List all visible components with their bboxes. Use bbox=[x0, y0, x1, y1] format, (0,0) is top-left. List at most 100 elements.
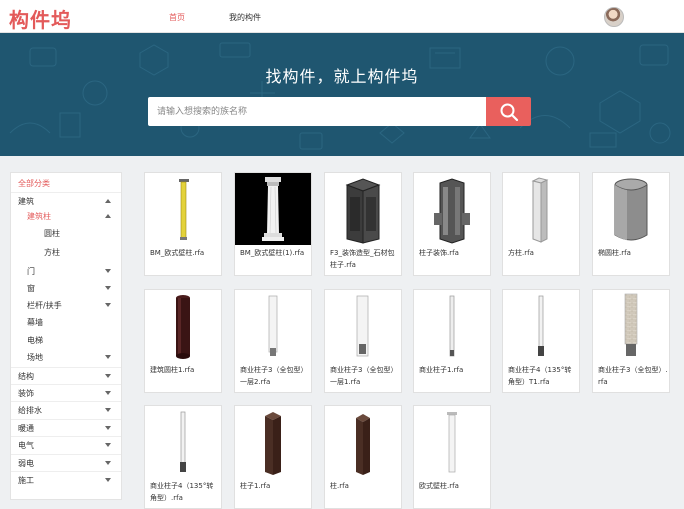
component-name: 商业柱子3（全包型）.rfa bbox=[598, 366, 668, 386]
sidebar-item-curtain-wall[interactable]: 幕墙 bbox=[11, 314, 121, 331]
sidebar-item-label: 结构 bbox=[18, 372, 34, 381]
decorative-column-icon bbox=[434, 178, 470, 244]
sidebar-item-label: 装饰 bbox=[18, 389, 34, 398]
component-card[interactable]: F3_装饰造型_石材包柱子.rfa bbox=[324, 172, 402, 276]
sidebar-item-electrical[interactable]: 电气 bbox=[11, 436, 121, 453]
component-name: 柱.rfa bbox=[330, 482, 349, 490]
square-column-icon bbox=[531, 177, 549, 243]
sidebar-item-decoration[interactable]: 装饰 bbox=[11, 384, 121, 401]
sidebar-item-label: 窗 bbox=[27, 284, 35, 293]
sidebar-item-architecture[interactable]: 建筑 bbox=[11, 192, 121, 209]
component-name: 商业柱子4（135°转角型）T1.rfa bbox=[508, 366, 572, 386]
sidebar-item-label: 门 bbox=[27, 267, 35, 276]
component-card[interactable]: 商业柱子4（135°转角型）T1.rfa bbox=[502, 289, 580, 393]
component-thumbnail bbox=[593, 290, 669, 362]
component-thumbnail bbox=[235, 290, 311, 362]
component-name: BM_欧式壁柱(1).rfa bbox=[240, 249, 305, 257]
sidebar-item-all[interactable]: 全部分类 bbox=[11, 175, 121, 192]
sidebar-item-hvac[interactable]: 暖通 bbox=[11, 419, 121, 436]
chevron-up-icon bbox=[105, 199, 111, 203]
sidebar-item-window[interactable]: 窗 bbox=[11, 280, 121, 297]
component-thumbnail bbox=[235, 173, 311, 245]
component-thumbnail bbox=[414, 406, 490, 478]
component-card[interactable]: 欧式壁柱.rfa bbox=[413, 405, 491, 509]
component-thumbnail bbox=[503, 173, 579, 245]
sidebar-item-site[interactable]: 场地 bbox=[11, 349, 121, 366]
chevron-down-icon bbox=[105, 286, 111, 290]
component-name: 商业柱子1.rfa bbox=[419, 366, 464, 374]
chevron-down-icon bbox=[105, 478, 111, 482]
component-name: F3_装饰造型_石材包柱子.rfa bbox=[330, 249, 395, 269]
nav-home[interactable]: 首页 bbox=[169, 12, 185, 23]
sidebar-item-label: 栏杆/扶手 bbox=[27, 301, 62, 310]
hero-banner: 找构件，就上构件坞 bbox=[0, 33, 684, 156]
search-icon bbox=[500, 103, 518, 121]
component-thumbnail bbox=[325, 406, 401, 478]
sidebar-item-label: 给排水 bbox=[18, 406, 42, 415]
chevron-down-icon bbox=[105, 269, 111, 273]
sidebar-item-label: 全部分类 bbox=[18, 179, 50, 188]
component-card[interactable]: 商业柱子3（全包型）.rfa bbox=[592, 289, 670, 393]
component-thumbnail bbox=[414, 173, 490, 245]
sidebar-item-round-column[interactable]: 圆柱 bbox=[11, 225, 121, 242]
sidebar-item-label: 圆柱 bbox=[44, 229, 60, 238]
component-card[interactable]: 建筑圆柱1.rfa bbox=[144, 289, 222, 393]
chevron-down-icon bbox=[105, 355, 111, 359]
component-name: 椭圆柱.rfa bbox=[598, 249, 631, 257]
component-card[interactable]: 柱子装饰.rfa bbox=[413, 172, 491, 276]
sidebar-item-square-column[interactable]: 方柱 bbox=[11, 244, 121, 261]
component-card[interactable]: 商业柱子3（全包型）一层1.rfa bbox=[324, 289, 402, 393]
sidebar-item-construction[interactable]: 施工 bbox=[11, 471, 121, 488]
component-name: 商业柱子3（全包型）一层1.rfa bbox=[330, 366, 398, 386]
component-card[interactable]: 柱子1.rfa bbox=[234, 405, 312, 509]
white-roman-column-icon bbox=[262, 177, 284, 241]
search-input[interactable] bbox=[148, 97, 486, 126]
nav-my-components[interactable]: 我的构件 bbox=[229, 12, 261, 23]
hero-title: 找构件，就上构件坞 bbox=[265, 67, 419, 86]
component-thumbnail bbox=[593, 173, 669, 245]
thin-column-icon bbox=[449, 295, 455, 357]
logo[interactable]: 构件坞 bbox=[9, 4, 72, 33]
component-name: 柱子1.rfa bbox=[240, 482, 271, 490]
stone-clad-column-icon bbox=[345, 178, 381, 244]
top-navbar: 构件坞 首页 我的构件 bbox=[0, 0, 684, 33]
component-name: 欧式壁柱.rfa bbox=[419, 482, 459, 490]
chevron-down-icon bbox=[105, 408, 111, 412]
sidebar-item-label: 电梯 bbox=[27, 336, 43, 345]
sidebar-item-structure[interactable]: 结构 bbox=[11, 367, 121, 384]
component-name: 商业柱子4（135°转角型）.rfa bbox=[150, 482, 214, 502]
chevron-down-icon bbox=[105, 461, 111, 465]
component-card[interactable]: 商业柱子4（135°转角型）.rfa bbox=[144, 405, 222, 509]
component-card[interactable]: 商业柱子1.rfa bbox=[413, 289, 491, 393]
component-card[interactable]: 商业柱子3（全包型）一层2.rfa bbox=[234, 289, 312, 393]
component-thumbnail bbox=[145, 406, 221, 478]
commercial-column-icon bbox=[356, 295, 369, 357]
avatar[interactable] bbox=[604, 7, 624, 27]
component-card[interactable]: 椭圆柱.rfa bbox=[592, 172, 670, 276]
component-name: 建筑圆柱1.rfa bbox=[150, 366, 195, 374]
commercial-column-icon bbox=[268, 295, 278, 356]
background-pattern bbox=[9, 42, 671, 150]
sidebar-item-elevator[interactable]: 电梯 bbox=[11, 332, 121, 349]
component-name: BM_欧式壁柱.rfa bbox=[150, 249, 205, 257]
component-card[interactable]: BM_欧式壁柱.rfa bbox=[144, 172, 222, 276]
sidebar-item-label: 电气 bbox=[18, 441, 34, 450]
component-card[interactable]: BM_欧式壁柱(1).rfa bbox=[234, 172, 312, 276]
brown-square-column-icon bbox=[356, 414, 370, 475]
component-name: 柱子装饰.rfa bbox=[419, 249, 459, 257]
sidebar-item-low-voltage[interactable]: 弱电 bbox=[11, 454, 121, 471]
sidebar-item-railing[interactable]: 栏杆/扶手 bbox=[11, 297, 121, 314]
component-card[interactable]: 柱.rfa bbox=[324, 405, 402, 509]
chevron-down-icon bbox=[105, 443, 111, 447]
component-thumbnail bbox=[145, 173, 221, 245]
category-sidebar: 全部分类 建筑 建筑柱 圆柱 方柱 门 窗 栏杆/扶手 幕墙 电梯 场地 结构 … bbox=[10, 172, 122, 500]
sidebar-item-label: 暖通 bbox=[18, 424, 34, 433]
component-card[interactable]: 方柱.rfa bbox=[502, 172, 580, 276]
chevron-down-icon bbox=[105, 426, 111, 430]
sidebar-item-door[interactable]: 门 bbox=[11, 263, 121, 280]
search-button[interactable] bbox=[486, 97, 531, 126]
sidebar-item-plumbing[interactable]: 给排水 bbox=[11, 401, 121, 418]
sidebar-item-label: 施工 bbox=[18, 476, 34, 485]
component-thumbnail bbox=[235, 406, 311, 478]
sidebar-item-building-column[interactable]: 建筑柱 bbox=[11, 208, 121, 225]
